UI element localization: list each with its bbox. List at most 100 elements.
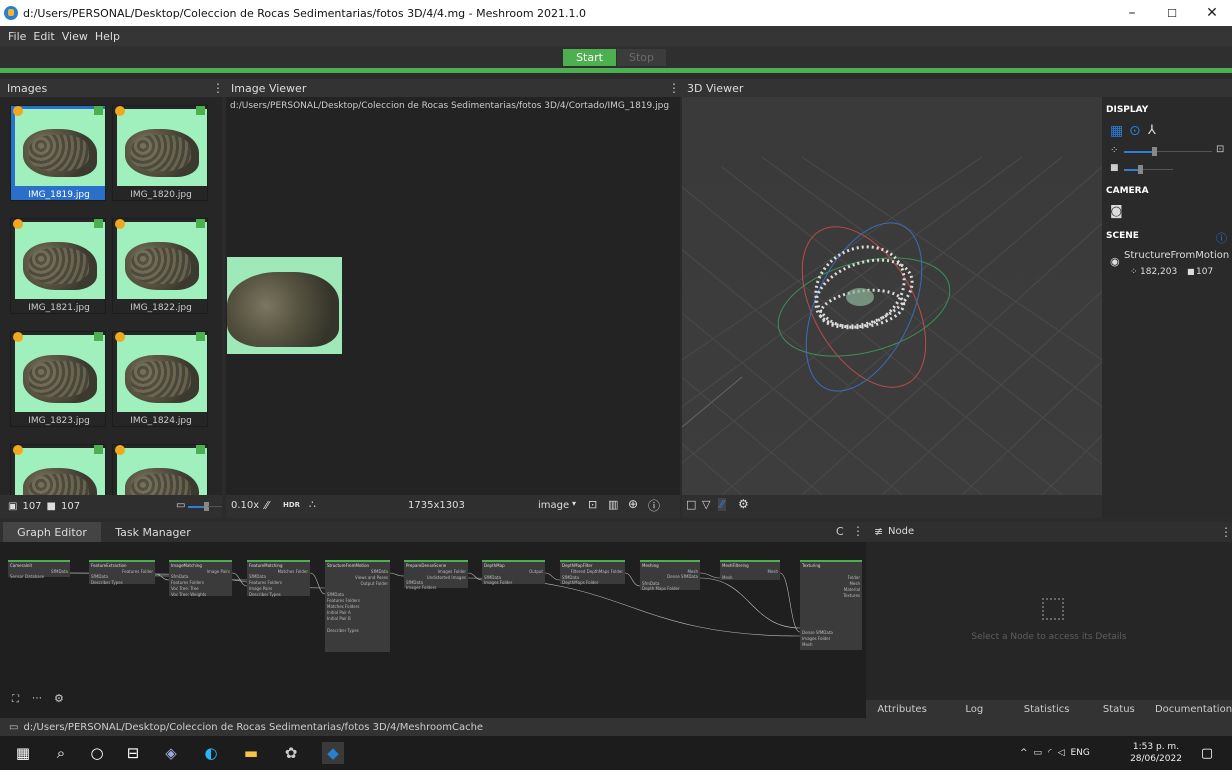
node-title: ImageMatching <box>171 563 202 568</box>
metadata-icon[interactable]: ⊡ <box>588 498 597 511</box>
thumbnail-img-1822[interactable]: IMG_1822.jpg <box>112 218 208 314</box>
windows-start-icon[interactable]: ▦ <box>12 742 34 764</box>
globe-icon[interactable]: ⊕ <box>628 497 638 511</box>
graph-node-structurefrommotion[interactable]: StructureFromMotion SfMData Views and Pose… <box>325 560 390 652</box>
wifi-icon[interactable]: ◜ <box>1048 748 1052 758</box>
thumbnail-caption: IMG_1823.jpg <box>28 416 90 426</box>
tab-statistics[interactable]: Statistics <box>1010 700 1082 718</box>
folder-icon[interactable]: ▭ <box>9 722 18 733</box>
image-viewer-menu-icon[interactable]: ⋮ <box>668 81 680 95</box>
node-output: Dense SfMData <box>667 574 698 579</box>
tab-documentation[interactable]: Documentation <box>1155 700 1232 718</box>
graph-node-depthmap[interactable]: DepthMap Output SfMData Images Folder <box>482 560 545 585</box>
camera-section-label: CAMERA <box>1106 186 1149 196</box>
menu-edit[interactable]: Edit <box>33 30 54 43</box>
node-panel-menu-icon[interactable]: ⋮ <box>1220 525 1232 539</box>
graph-menu-icon[interactable]: ⋮ <box>852 524 864 538</box>
info-icon[interactable]: ⓘ <box>648 497 660 514</box>
camera-status-icon <box>13 106 23 116</box>
grid-icon[interactable]: ▦ <box>1110 123 1123 139</box>
thumbnail-img-1819[interactable]: IMG_1819.jpg <box>10 105 106 201</box>
tab-status[interactable]: Status <box>1083 700 1155 718</box>
fit-icon[interactable]: ⊡ <box>1216 144 1224 155</box>
volume-icon[interactable]: ◁ <box>1058 748 1065 758</box>
info-icon[interactable]: ⓘ <box>1216 230 1227 246</box>
menu-help[interactable]: Help <box>95 30 120 43</box>
intrinsics-icon[interactable]: ▭ <box>176 500 185 511</box>
meshroom-window: d:/Users/PERSONAL/Desktop/Coleccion de R… <box>0 0 1232 770</box>
thumbnail-img-1823[interactable]: IMG_1823.jpg <box>10 331 106 427</box>
thumbnail-img-1821[interactable]: IMG_1821.jpg <box>10 218 106 314</box>
node-title: CameraInit <box>10 563 33 568</box>
file-explorer-icon[interactable]: ▬ <box>240 742 262 764</box>
maximize-button[interactable]: ☐ <box>1152 0 1192 26</box>
graph-node-featureextraction[interactable]: FeatureExtraction Features Folder SfMData D… <box>89 560 155 585</box>
thumbnail-img-1820[interactable]: IMG_1820.jpg <box>112 105 208 201</box>
language-indicator[interactable]: ENG <box>1070 748 1089 758</box>
visibility-eye-icon[interactable]: ◉ <box>1110 255 1120 268</box>
battery-icon[interactable]: ▭ <box>1034 748 1043 758</box>
minimize-button[interactable]: – <box>1112 0 1152 26</box>
graph-node-meshing[interactable]: Meshing Mesh Dense SfMData SfmData Depth Map… <box>640 560 700 591</box>
close-button[interactable]: ✕ <box>1192 0 1232 26</box>
tab-graph-editor[interactable]: Graph Editor <box>3 522 101 542</box>
point-size-slider[interactable] <box>1124 151 1154 153</box>
viewer-3d-scene[interactable] <box>682 97 1102 495</box>
task-view-icon[interactable]: ⊟ <box>122 742 144 764</box>
gear-icon[interactable]: ⚙ <box>54 692 64 705</box>
image-viewer[interactable]: d:/Users/PERSONAL/Desktop/Coleccion de R… <box>226 97 680 495</box>
graph-node-imagematching[interactable]: ImageMatching Image Pairs SfmData Features … <box>169 560 232 597</box>
cortana-icon[interactable]: ○ <box>86 742 108 764</box>
thumbnail-img-1824[interactable]: IMG_1824.jpg <box>112 331 208 427</box>
graph-node-texturing[interactable]: Texturing Folder Mesh Material Textures Dense… <box>800 560 862 650</box>
triangle-icon[interactable]: ▽ <box>702 498 710 511</box>
search-icon[interactable]: ⌕ <box>50 742 72 764</box>
graph-node-depthmapfilter[interactable]: DepthMapFilter Filtered DepthMaps Folder S… <box>560 560 625 585</box>
axes-icon[interactable]: ⅄ <box>1148 123 1156 138</box>
fit-view-icon[interactable]: ⛶ <box>12 694 19 705</box>
hdr-toggle[interactable]: HDR <box>283 501 300 509</box>
stop-button[interactable]: Stop <box>617 49 666 66</box>
menu-view[interactable]: View <box>62 30 88 43</box>
wireframe-icon[interactable]: ⁄⁄ <box>718 498 726 511</box>
app-icon[interactable]: ◈ <box>160 742 182 764</box>
paint-icon[interactable]: ✿ <box>280 742 302 764</box>
chevron-down-icon[interactable]: ▾ <box>572 499 576 508</box>
tab-attributes[interactable]: Attributes <box>866 700 938 718</box>
scene-item-label[interactable]: StructureFromMotion <box>1124 250 1229 261</box>
image-preview[interactable] <box>227 257 342 354</box>
graph-node-camerainit[interactable]: CameraInit SfMData Sensor Database <box>8 560 70 579</box>
graph-canvas[interactable]: CameraInit SfMData Sensor Database Feature… <box>0 542 866 718</box>
tab-log[interactable]: Log <box>938 700 1010 718</box>
fisheye-icon[interactable]: ⁄⁄ <box>265 499 269 512</box>
clock[interactable]: 1:53 p. m. 28/06/2022 <box>1126 741 1186 765</box>
more-icon[interactable]: ⋯ <box>32 693 42 704</box>
camera-status-icon <box>115 219 125 229</box>
node-output: Output Folder <box>360 581 388 586</box>
meshroom-taskbar-icon[interactable]: ◆ <box>322 742 344 764</box>
graph-node-preparedensescene[interactable]: PrepareDenseScene Images Folder Undistorte… <box>404 560 468 590</box>
features-icon[interactable]: ∴ <box>309 498 316 511</box>
graph-node-meshfiltering[interactable]: MeshFiltering Mesh Mesh <box>720 560 780 580</box>
tab-task-manager[interactable]: Task Manager <box>104 522 202 542</box>
notifications-icon[interactable]: ▢ <box>1196 742 1218 764</box>
node-title: Meshing <box>642 563 659 568</box>
histogram-icon[interactable]: ▥ <box>608 498 618 511</box>
thumbnail-partial[interactable] <box>112 444 208 495</box>
cache-path[interactable]: d:/Users/PERSONAL/Desktop/Coleccion de R… <box>23 722 483 733</box>
refresh-icon[interactable]: C <box>836 525 844 538</box>
menu-file[interactable]: File <box>8 30 26 43</box>
images-menu-icon[interactable]: ⋮ <box>212 81 224 95</box>
graph-node-featurematching[interactable]: FeatureMatching Matches Folder SfMData Feat… <box>247 560 310 597</box>
camera-snapshot-icon[interactable]: ◙ <box>1110 204 1123 219</box>
image-mode-select[interactable]: image <box>538 500 569 511</box>
edge-browser-icon[interactable]: ◐ <box>200 742 222 764</box>
node-output: Mesh <box>849 581 860 586</box>
start-button[interactable]: Start <box>563 49 616 66</box>
settings-gear-icon[interactable]: ⚙ <box>738 497 749 511</box>
chevron-up-icon[interactable]: ^ <box>1020 748 1028 758</box>
square-icon[interactable]: □ <box>686 498 696 511</box>
viewer-3d[interactable] <box>682 97 1102 495</box>
thumbnail-partial[interactable] <box>10 444 106 495</box>
target-icon[interactable]: ⊙ <box>1129 123 1141 139</box>
